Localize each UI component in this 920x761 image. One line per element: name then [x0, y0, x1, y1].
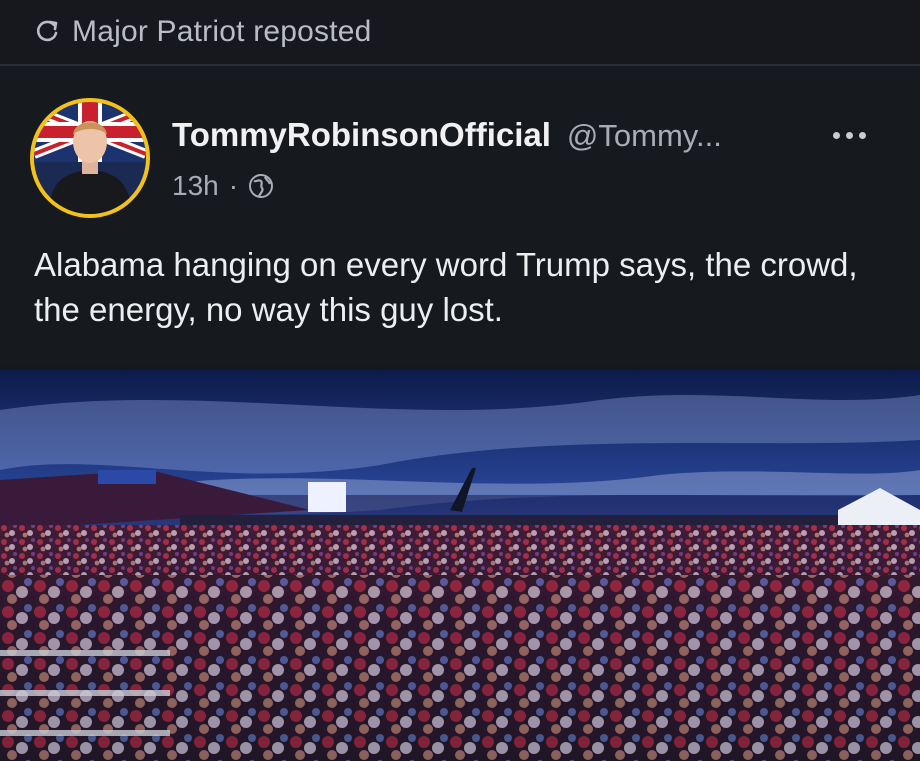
avatar[interactable] — [30, 98, 150, 218]
author-name[interactable]: TommyRobinsonOfficial — [172, 116, 551, 154]
post-timestamp[interactable]: 13h — [172, 170, 219, 202]
globe-icon — [248, 173, 274, 199]
more-options-icon[interactable] — [833, 132, 866, 139]
meta-separator: · — [228, 170, 239, 201]
post-card[interactable]: TommyRobinsonOfficial @Tommy... 13h · Al… — [0, 66, 920, 366]
author-handle[interactable]: @Tommy... — [567, 118, 722, 154]
repost-header: Major Patriot reposted — [0, 0, 920, 66]
repost-label[interactable]: Major Patriot reposted — [72, 15, 372, 49]
post-text: Alabama hanging on every word Trump says… — [34, 246, 858, 328]
repost-icon — [34, 19, 60, 45]
post-image[interactable] — [0, 370, 920, 761]
